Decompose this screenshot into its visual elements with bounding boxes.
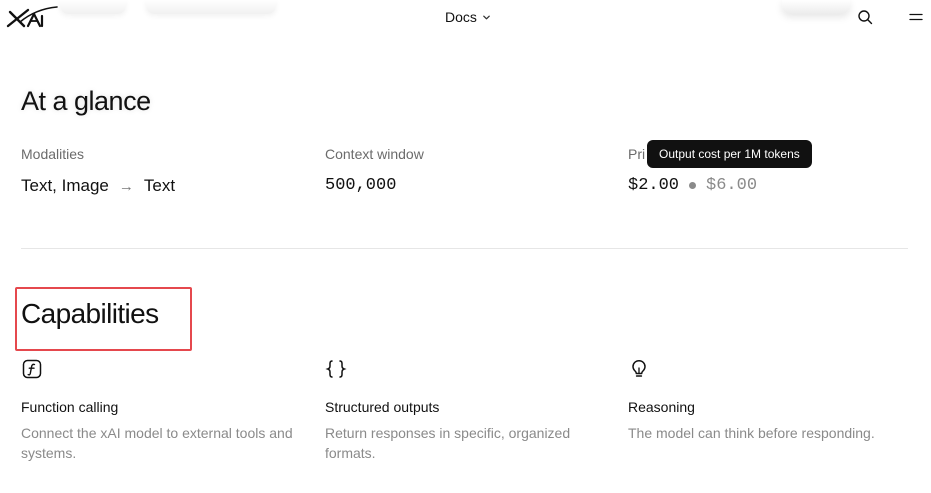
context-window-stat: Context window 500,000: [325, 146, 424, 195]
xai-logo[interactable]: [6, 6, 58, 28]
capability-description: Connect the xAI model to external tools …: [21, 425, 293, 461]
lightbulb-icon: [632, 360, 646, 377]
modalities-label: Modalities: [21, 146, 85, 162]
output-modalities: Text: [143, 176, 176, 195]
capability-title: Function calling: [21, 399, 119, 415]
context-window-label: Context window: [325, 146, 424, 162]
docs-dropdown[interactable]: Docs: [445, 9, 491, 25]
faded-nav-element: [60, 0, 126, 14]
braces-icon: [325, 360, 347, 378]
capabilities-heading: Capabilities: [21, 298, 159, 329]
pricing-value: $2.00 $6.00: [628, 176, 757, 195]
capability-title: Structured outputs: [325, 399, 440, 415]
capability-reasoning: Reasoning The model can think before res…: [628, 358, 908, 443]
capability-function-calling: Function calling Connect the xAI model t…: [21, 358, 301, 463]
at-a-glance-heading: At a glance: [21, 86, 151, 116]
menu-icon[interactable]: [908, 9, 924, 25]
output-cost-tooltip: Output cost per 1M tokens: [647, 140, 812, 168]
separator-dot: [689, 182, 697, 189]
function-icon: [22, 359, 42, 379]
context-window-value: 500,000: [325, 176, 397, 195]
faded-action-button[interactable]: [782, 0, 850, 14]
search-icon[interactable]: [857, 9, 873, 25]
capability-structured-outputs: Structured outputs Return responses in s…: [325, 358, 605, 463]
faded-nav-element: [146, 0, 276, 14]
arrow-right-icon: →: [118, 177, 134, 195]
output-price[interactable]: $6.00: [706, 176, 757, 195]
modalities-value: Text, Image → Text: [21, 176, 175, 196]
section-divider: [21, 248, 908, 249]
chevron-down-icon: [483, 15, 490, 19]
top-navigation-bar: Docs: [0, 0, 931, 36]
capability-title: Reasoning: [628, 399, 695, 415]
input-price[interactable]: $2.00: [628, 176, 679, 195]
capability-description: Return responses in specific, organized …: [325, 425, 571, 461]
input-modalities: Text, Image: [21, 176, 109, 195]
docs-label: Docs: [445, 9, 477, 25]
capability-description: The model can think before responding.: [628, 425, 875, 441]
modalities-stat: Modalities Text, Image → Text: [21, 146, 175, 196]
